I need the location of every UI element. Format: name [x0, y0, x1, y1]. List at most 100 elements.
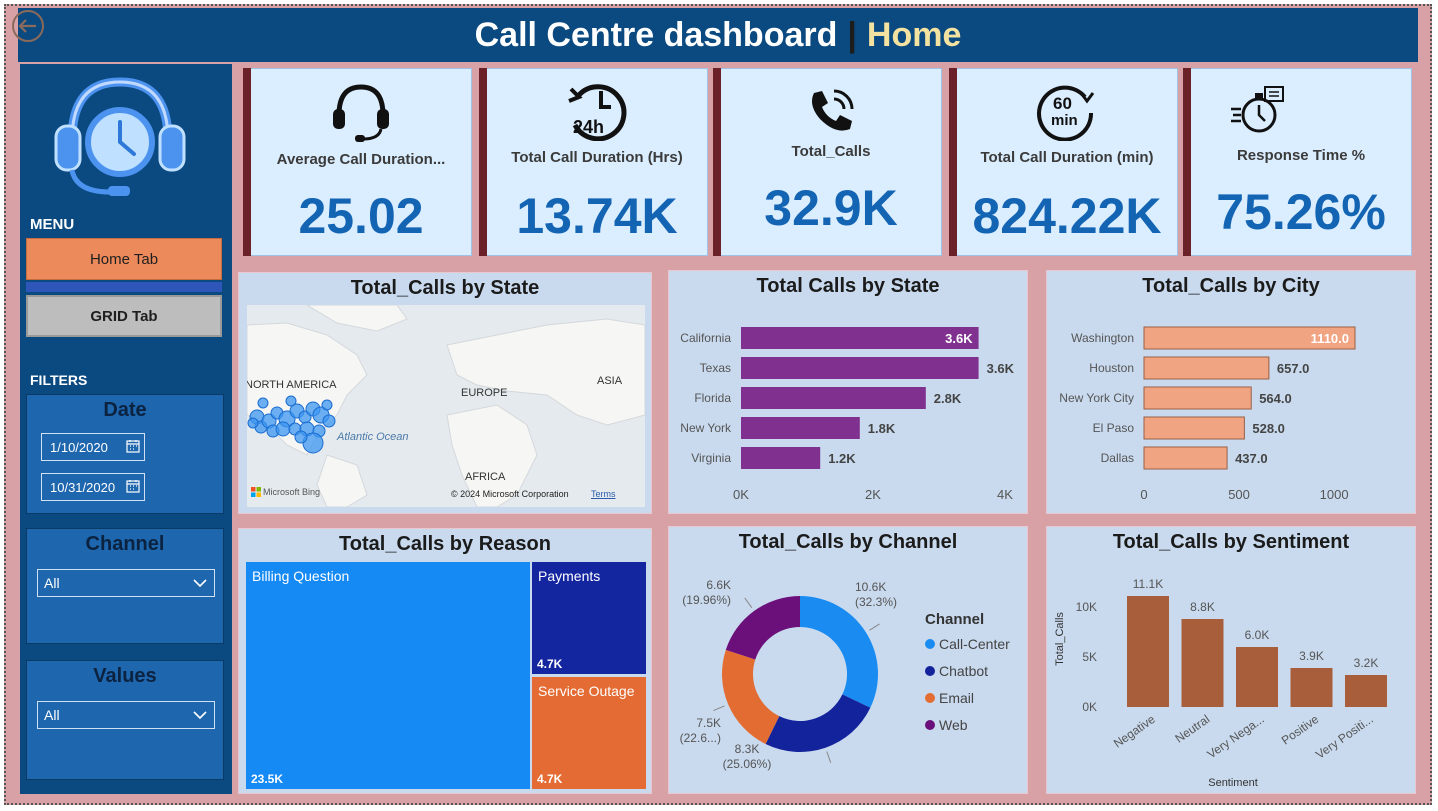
map-panel: Total_Calls by State NORTH AMERICA EUROP…: [238, 272, 652, 514]
channel-dropdown[interactable]: All: [37, 569, 215, 597]
bar: [1143, 416, 1245, 440]
category-label: California: [680, 331, 731, 345]
category-label: Washington: [1071, 331, 1134, 345]
svg-text:24h: 24h: [573, 117, 604, 137]
headset-icon: [333, 84, 389, 142]
world-map[interactable]: NORTH AMERICA EUROPE ASIA AFRICA Atlanti…: [247, 305, 645, 507]
x-tick-label: 0K: [733, 487, 749, 502]
map-terms-link[interactable]: Terms: [591, 489, 616, 499]
x-tick-label: 0: [1140, 487, 1147, 502]
bar: [741, 357, 979, 379]
calendar-icon: [126, 440, 140, 453]
y-axis-label: Total_Calls: [1054, 612, 1066, 666]
home-tab-button[interactable]: Home Tab: [26, 238, 222, 280]
bar: [1181, 619, 1224, 707]
category-label: New York City: [1059, 391, 1134, 405]
legend-dot: [925, 720, 935, 730]
kpi-accent-bar: [1183, 68, 1191, 256]
page-subtitle: Home: [866, 15, 962, 54]
data-label: 437.0: [1235, 451, 1268, 466]
y-tick-label: 5K: [1082, 650, 1097, 664]
data-label: 3.2K: [1354, 656, 1379, 670]
leader-line: [869, 623, 880, 631]
category-label: Florida: [694, 391, 731, 405]
active-tab-indicator: [26, 282, 222, 292]
kpi-card-total-calls: Total_Calls 32.9K: [713, 68, 942, 256]
treemap-cell-service-outage[interactable]: Service Outage 4.7K: [532, 677, 646, 789]
microsoft-logo-icon: [251, 487, 261, 497]
leader-line: [744, 597, 753, 608]
treemap-cell-billing[interactable]: Billing Question 23.5K: [246, 562, 530, 789]
x-tick-label: 4K: [997, 487, 1013, 502]
page-title: Call Centre dashboard: [474, 15, 838, 54]
percent-label: (32.3%): [855, 595, 897, 609]
bar: [1143, 446, 1228, 470]
x-tick-label: Negative: [1111, 712, 1158, 751]
svg-text:60: 60: [1053, 94, 1072, 113]
values-filter: Values All: [26, 660, 224, 780]
bing-logo-text: Microsoft Bing: [263, 487, 321, 497]
category-label: Dallas: [1101, 451, 1134, 465]
map-label-europe: EUROPE: [461, 387, 508, 399]
data-label: 528.0: [1252, 421, 1285, 436]
legend-dot: [925, 666, 935, 676]
data-label: 1110.0: [1311, 331, 1349, 346]
start-date-input[interactable]: 1/10/2020: [41, 433, 145, 461]
bar: [1143, 386, 1252, 410]
legend-item-call-center[interactable]: Call-Center: [925, 636, 1010, 652]
kpi-accent-bar: [243, 68, 251, 256]
kpi-accent-bar: [479, 68, 487, 256]
data-label: 3.6K: [945, 331, 973, 346]
treemap-cell-payments[interactable]: Payments 4.7K: [532, 562, 646, 674]
x-tick-label: 1000: [1320, 487, 1349, 502]
legend-item-web[interactable]: Web: [925, 717, 1010, 733]
bar: [741, 327, 979, 349]
chevron-down-icon: [193, 711, 207, 720]
data-label: 8.8K: [1190, 600, 1215, 614]
data-label: 3.9K: [1299, 649, 1324, 663]
x-tick-label: 500: [1228, 487, 1250, 502]
back-button[interactable]: [12, 10, 44, 42]
map-title: Total_Calls by State: [350, 277, 540, 299]
donut-slice: [725, 596, 800, 660]
legend-item-email[interactable]: Email: [925, 690, 1010, 706]
legend-label: Call-Center: [939, 636, 1010, 652]
y-tick-label: 10K: [1076, 600, 1097, 614]
percent-label: (19.96%): [682, 593, 731, 607]
category-label: Houston: [1089, 361, 1134, 375]
filters-label: FILTERS: [30, 372, 88, 388]
legend-item-chatbot[interactable]: Chatbot: [925, 663, 1010, 679]
x-tick-label: 2K: [865, 487, 881, 502]
kpi-card-duration-hrs: 24h Total Call Duration (Hrs) 13.74K: [479, 68, 708, 256]
date-filter-title: Date: [103, 399, 147, 421]
donut-slice: [765, 694, 871, 752]
channel-filter-title: Channel: [85, 533, 165, 555]
headset-clock-logo: [54, 77, 186, 196]
sentiment-bar-panel: Total_Calls by Sentiment 0K 5K 10K Total_Ca…: [1046, 526, 1416, 794]
values-dropdown[interactable]: All: [37, 701, 215, 729]
kpi-label: Average Call Duration...: [276, 151, 446, 168]
legend-label: Chatbot: [939, 663, 989, 679]
legend-label: Email: [939, 690, 975, 706]
treemap-value: 23.5K: [251, 772, 284, 786]
kpi-card-response-time: Response Time % 75.26%: [1183, 68, 1412, 256]
kpi-value: 13.74K: [516, 188, 678, 244]
kpi-value: 32.9K: [764, 180, 898, 236]
date-filter: Date 1/10/2020 10/31/2020: [26, 394, 224, 514]
grid-tab-button[interactable]: GRID Tab: [26, 295, 222, 337]
donut-slice: [800, 596, 878, 708]
60-min-icon: 60 min: [1037, 85, 1095, 141]
kpi-accent-bar: [949, 68, 957, 256]
data-label: 657.0: [1277, 361, 1310, 376]
channel-selected-value: All: [44, 575, 60, 591]
kpi-label: Total_Calls: [791, 143, 871, 160]
values-filter-title: Values: [93, 665, 157, 687]
kpi-accent-bar: [713, 68, 721, 256]
svg-text:min: min: [1051, 112, 1078, 129]
category-label: New York: [680, 421, 732, 435]
sidebar: MENU Home Tab GRID Tab FILTERS Date 1/10…: [20, 64, 232, 794]
channel-donut-panel: Total_Calls by Channel 10.6K (32.3%) 8.3K(…: [668, 526, 1028, 794]
data-label: 2.8K: [934, 391, 962, 406]
end-date-input[interactable]: 10/31/2020: [41, 473, 145, 501]
data-label: 1.2K: [828, 451, 856, 466]
